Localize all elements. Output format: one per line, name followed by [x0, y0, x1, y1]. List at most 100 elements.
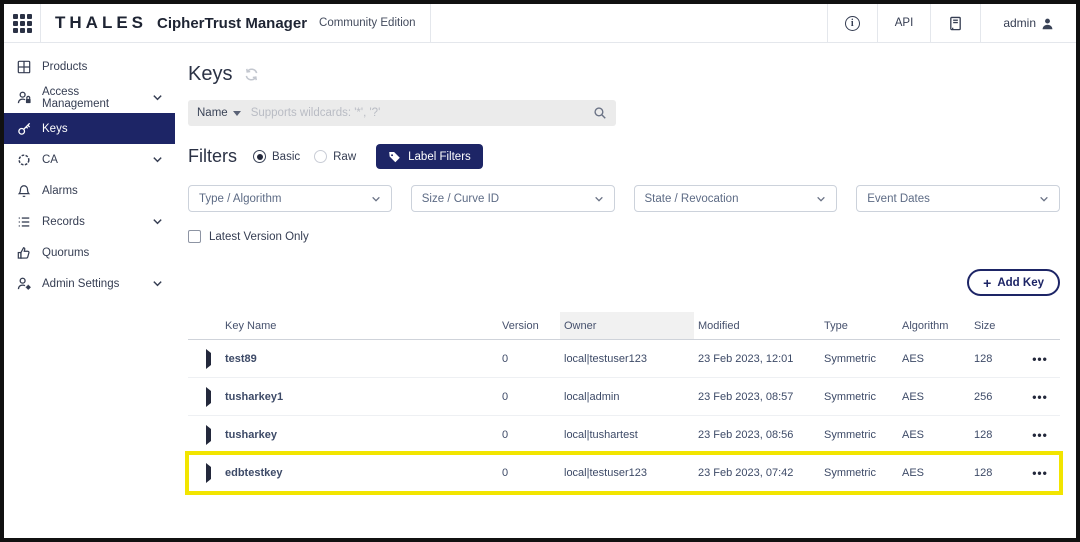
sidebar-item-alarms[interactable]: Alarms	[4, 175, 175, 206]
grid-icon	[16, 59, 32, 75]
chevron-down-icon	[152, 154, 163, 165]
col-version[interactable]: Version	[498, 320, 560, 332]
sidebar-item-label: Alarms	[42, 185, 163, 197]
product-name: CipherTrust Manager	[157, 15, 307, 32]
expand-caret-icon[interactable]	[206, 463, 211, 483]
cell-type: Symmetric	[820, 353, 898, 365]
sidebar-item-records[interactable]: Records	[4, 206, 175, 237]
dropdown-size-curve-id[interactable]: Size / Curve ID	[411, 185, 615, 212]
sidebar-item-label: Products	[42, 61, 163, 73]
label-filters-text: Label Filters	[408, 151, 471, 163]
sidebar-item-ca[interactable]: CA	[4, 144, 175, 175]
add-key-button[interactable]: + Add Key	[967, 269, 1060, 296]
cell-modified: 23 Feb 2023, 08:57	[694, 391, 820, 403]
chevron-down-icon	[152, 216, 163, 227]
cell-type: Symmetric	[820, 429, 898, 441]
search-field-label: Name	[197, 107, 228, 119]
sidebar-item-keys[interactable]: Keys	[4, 113, 175, 144]
label-filters-button[interactable]: Label Filters	[376, 144, 483, 169]
sidebar-item-label: Admin Settings	[42, 278, 142, 290]
cell-size: 128	[970, 353, 1020, 365]
refresh-button[interactable]	[244, 67, 259, 82]
edition-label: Community Edition	[319, 17, 416, 29]
plus-icon: +	[983, 275, 991, 291]
list-icon	[16, 214, 32, 230]
search-bar: Name	[188, 100, 616, 126]
seal-icon	[16, 152, 32, 168]
sidebar-item-admin-settings[interactable]: Admin Settings	[4, 268, 175, 299]
col-owner[interactable]: Owner	[560, 312, 694, 339]
latest-version-checkbox[interactable]: Latest Version Only	[188, 230, 1060, 243]
table-row-highlighted[interactable]: edbtestkey 0 local|testuser123 23 Feb 20…	[188, 454, 1060, 492]
filter-dropdowns: Type / Algorithm Size / Curve ID State /…	[188, 185, 1060, 212]
sidebar: Products Access Management Keys CA Alarm…	[4, 43, 175, 538]
cell-algorithm: AES	[898, 467, 970, 479]
radio-selected-icon	[253, 150, 266, 163]
sidebar-item-products[interactable]: Products	[4, 51, 175, 82]
row-actions-menu-icon[interactable]	[1020, 390, 1060, 404]
cell-algorithm: AES	[898, 429, 970, 441]
search-icon[interactable]	[593, 106, 607, 120]
top-header: THALES CipherTrust Manager Community Edi…	[4, 4, 1076, 43]
dropdown-state-revocation[interactable]: State / Revocation	[634, 185, 838, 212]
main-content: Keys Name Filters Basic	[175, 43, 1076, 538]
cell-key-name[interactable]: edbtestkey	[221, 467, 498, 479]
sidebar-item-access-management[interactable]: Access Management	[4, 82, 175, 113]
expand-caret-icon[interactable]	[206, 349, 211, 369]
info-button[interactable]: i	[827, 4, 877, 42]
filters-row: Filters Basic Raw Label Filters	[188, 144, 1060, 169]
thumbs-up-icon	[16, 245, 32, 261]
chevron-down-icon	[152, 92, 163, 103]
cell-owner: local|testuser123	[560, 467, 694, 479]
chevron-down-icon	[152, 278, 163, 289]
app-launcher-button[interactable]	[4, 4, 41, 42]
latest-version-label: Latest Version Only	[209, 231, 309, 243]
col-size[interactable]: Size	[970, 320, 1020, 332]
col-algorithm[interactable]: Algorithm	[898, 320, 970, 332]
cell-owner: local|tushartest	[560, 429, 694, 441]
radio-raw-label: Raw	[333, 151, 356, 163]
table-row[interactable]: tusharkey 0 local|tushartest 23 Feb 2023…	[188, 416, 1060, 454]
col-key-name[interactable]: Key Name	[221, 320, 498, 332]
dropdown-type-algorithm[interactable]: Type / Algorithm	[188, 185, 392, 212]
cell-modified: 23 Feb 2023, 12:01	[694, 353, 820, 365]
sidebar-item-quorums[interactable]: Quorums	[4, 237, 175, 268]
cell-key-name[interactable]: test89	[221, 353, 498, 365]
row-actions-menu-icon[interactable]	[1020, 352, 1060, 366]
user-gear-icon	[16, 276, 32, 292]
tag-icon	[388, 150, 401, 163]
thales-logo: THALES	[55, 13, 147, 33]
chevron-down-icon	[816, 194, 826, 204]
cell-key-name[interactable]: tusharkey1	[221, 391, 498, 403]
cell-type: Symmetric	[820, 467, 898, 479]
user-menu[interactable]: admin	[980, 4, 1076, 42]
table-row[interactable]: test89 0 local|testuser123 23 Feb 2023, …	[188, 340, 1060, 378]
table-row[interactable]: tusharkey1 0 local|admin 23 Feb 2023, 08…	[188, 378, 1060, 416]
filters-heading: Filters	[188, 146, 237, 167]
radio-basic-label: Basic	[272, 151, 300, 163]
cell-size: 128	[970, 467, 1020, 479]
filter-radio-raw[interactable]: Raw	[314, 150, 356, 163]
api-link[interactable]: API	[877, 4, 931, 42]
add-key-label: Add Key	[997, 277, 1044, 289]
search-field-selector[interactable]: Name	[197, 107, 251, 119]
expand-caret-icon[interactable]	[206, 425, 211, 445]
cell-version: 0	[498, 429, 560, 441]
search-input[interactable]	[251, 107, 593, 119]
user-avatar-icon	[1041, 17, 1054, 30]
cell-algorithm: AES	[898, 353, 970, 365]
cell-version: 0	[498, 391, 560, 403]
cell-key-name[interactable]: tusharkey	[221, 429, 498, 441]
cell-size: 128	[970, 429, 1020, 441]
bell-icon	[16, 183, 32, 199]
row-actions-menu-icon[interactable]	[1020, 466, 1060, 480]
row-actions-menu-icon[interactable]	[1020, 428, 1060, 442]
sidebar-item-label: Quorums	[42, 247, 163, 259]
expand-caret-icon[interactable]	[206, 387, 211, 407]
docs-button[interactable]	[930, 4, 980, 42]
dropdown-event-dates[interactable]: Event Dates	[856, 185, 1060, 212]
filter-radio-basic[interactable]: Basic	[253, 150, 300, 163]
col-type[interactable]: Type	[820, 320, 898, 332]
cell-version: 0	[498, 353, 560, 365]
col-modified[interactable]: Modified	[694, 320, 820, 332]
